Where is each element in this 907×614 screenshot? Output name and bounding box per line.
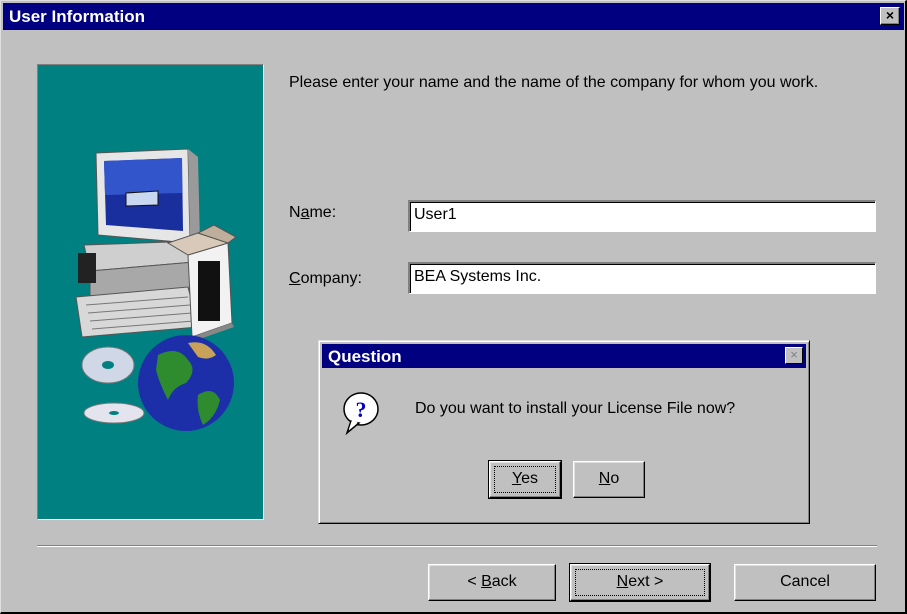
company-label: Company: [289, 270, 362, 287]
dialog-close-button[interactable]: × [785, 347, 803, 364]
dialog-message: Do you want to install your License File… [415, 400, 736, 417]
separator [37, 545, 877, 547]
name-label: Name: [289, 204, 337, 221]
side-illustration [37, 64, 264, 520]
company-field[interactable]: BEA Systems Inc. [408, 262, 876, 294]
name-field[interactable]: User1 [408, 200, 876, 232]
cancel-button[interactable]: Cancel [734, 564, 876, 601]
close-icon: × [790, 347, 798, 362]
no-button[interactable]: No [573, 461, 645, 498]
question-balloon-icon: ? [343, 392, 379, 435]
next-button[interactable]: Next > [569, 563, 711, 602]
close-icon: × [885, 7, 895, 23]
title-bar: User Information × [3, 3, 904, 30]
window-close-button[interactable]: × [880, 7, 900, 25]
focus-indicator [575, 569, 705, 596]
focus-indicator [494, 466, 556, 493]
instructions-text: Please enter your name and the name of t… [289, 74, 819, 91]
yes-button[interactable]: Yes [488, 460, 562, 499]
computer-illustration-icon [75, 148, 237, 431]
window-title: User Information [9, 7, 146, 26]
back-button[interactable]: < Back [428, 564, 556, 601]
dialog-title: Question [328, 347, 402, 366]
question-dialog: Question × ? Do you want to install your… [318, 340, 810, 524]
svg-text:?: ? [356, 397, 367, 422]
dialog-title-bar: Question × [322, 344, 806, 368]
